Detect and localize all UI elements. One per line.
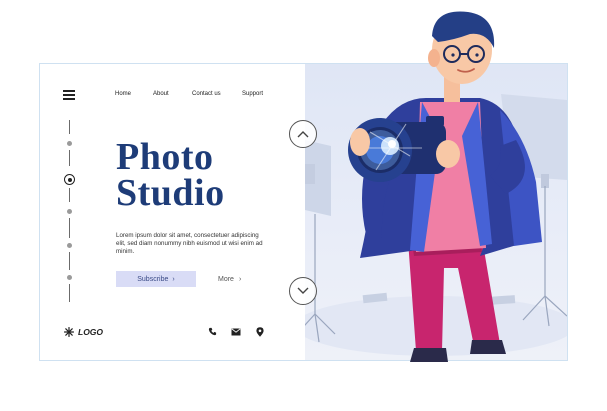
mail-icon[interactable] xyxy=(231,328,241,336)
rail-dot[interactable] xyxy=(67,275,72,280)
rail-line xyxy=(69,120,70,134)
hamburger-menu-icon[interactable] xyxy=(63,90,75,100)
nav-contact-us[interactable]: Contact us xyxy=(192,91,221,97)
phone-icon[interactable] xyxy=(208,327,217,336)
rail-dot[interactable] xyxy=(67,141,72,146)
scroll-down-button[interactable] xyxy=(289,277,317,305)
hero-title: Photo Studio xyxy=(116,136,225,214)
nav-about[interactable]: About xyxy=(153,91,169,97)
subscribe-button[interactable]: Subscribe › xyxy=(116,271,196,287)
rail-line xyxy=(69,188,70,202)
rail-dot[interactable] xyxy=(67,209,72,214)
scroll-up-button[interactable] xyxy=(289,120,317,148)
logo-text: LOGO xyxy=(78,327,104,337)
nav-support[interactable]: Support xyxy=(242,91,263,97)
more-label: More xyxy=(218,276,234,283)
rail-line xyxy=(69,218,70,238)
rail-line xyxy=(69,252,70,270)
rail-dot[interactable] xyxy=(67,243,72,248)
logo[interactable]: LOGO xyxy=(64,327,103,337)
hero-title-line1: Photo xyxy=(116,136,214,178)
content-pane: Home About Contact us Support Photo Stud… xyxy=(40,64,305,360)
photographer-illustration xyxy=(348,11,542,362)
location-pin-icon[interactable] xyxy=(256,327,264,337)
subscribe-label: Subscribe xyxy=(137,275,169,283)
hero-title-line2: Studio xyxy=(116,172,225,214)
chevron-right-icon: › xyxy=(172,275,175,283)
nav-home[interactable]: Home xyxy=(115,91,131,97)
rail-line xyxy=(69,150,70,166)
chevron-right-icon: › xyxy=(238,276,242,283)
more-link[interactable]: More › xyxy=(218,276,241,283)
chevron-up-icon xyxy=(297,131,309,138)
chevron-down-icon xyxy=(297,287,309,294)
hero-body-text: Lorem ipsum dolor sit amet, consectetuer… xyxy=(116,232,263,255)
rail-dot-active[interactable] xyxy=(64,174,75,185)
snowflake-logo-icon xyxy=(64,327,74,337)
rail-line xyxy=(69,284,70,302)
